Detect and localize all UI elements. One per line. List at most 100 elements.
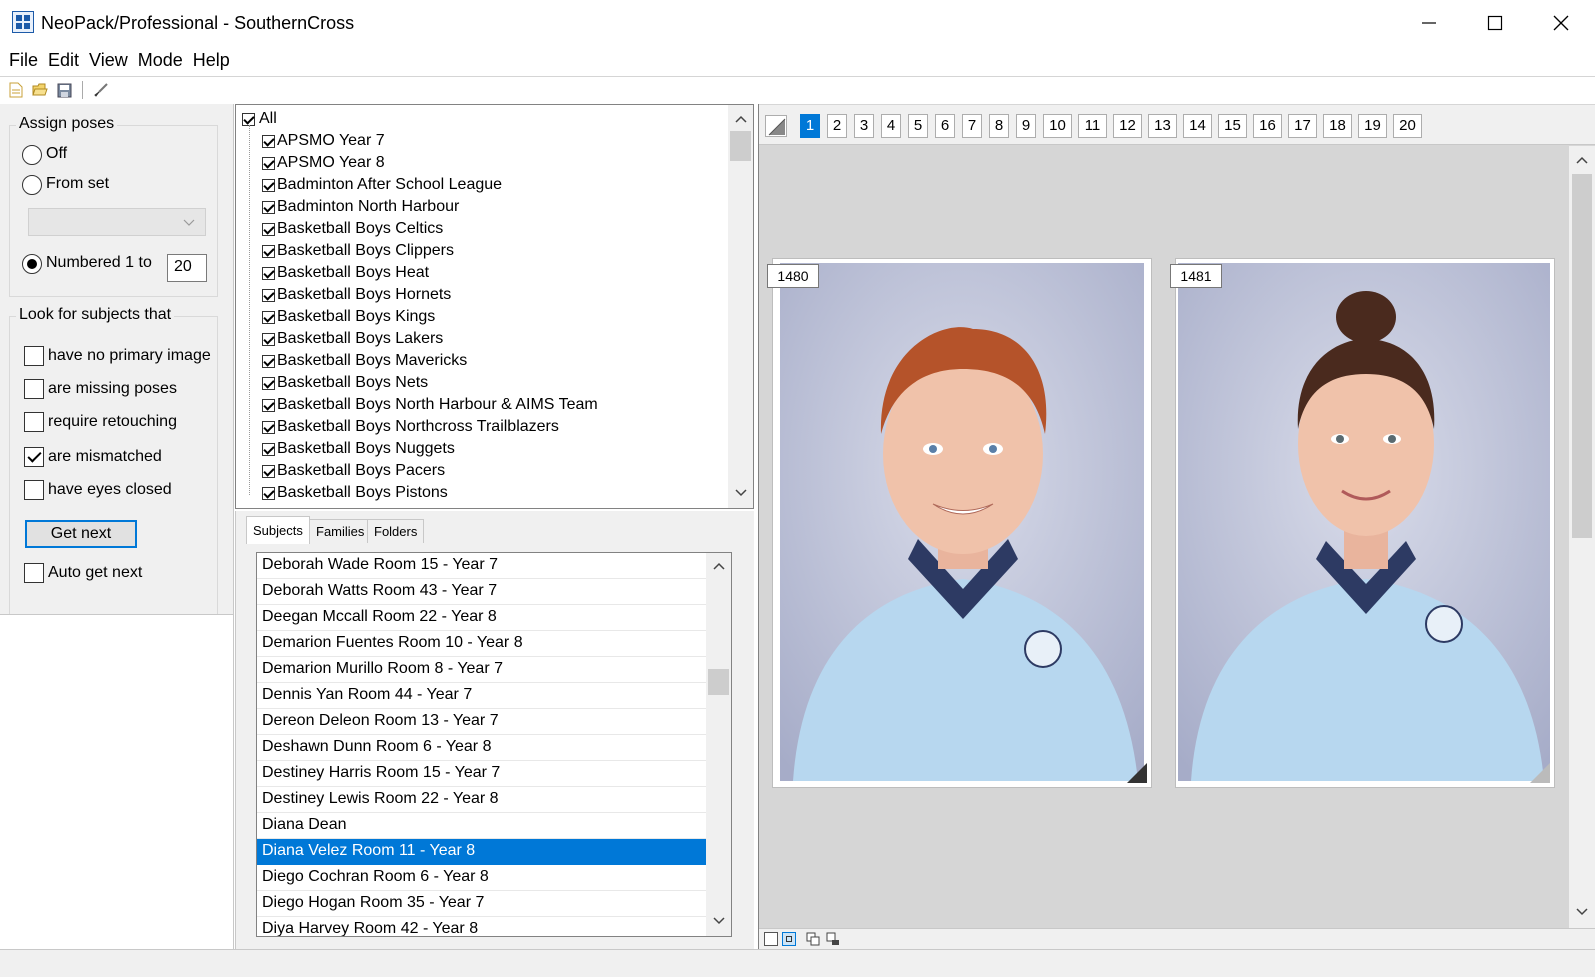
scroll-down-button[interactable] (728, 483, 753, 503)
tree-scrollbar[interactable] (728, 105, 753, 508)
page-11-button[interactable]: 11 (1078, 114, 1107, 138)
viewer-scroll-thumb[interactable] (1572, 174, 1592, 538)
menu-view[interactable]: View (88, 50, 137, 71)
page-2-button[interactable]: 2 (827, 114, 847, 138)
page-13-button[interactable]: 13 (1148, 114, 1177, 138)
page-20-button[interactable]: 20 (1393, 114, 1422, 138)
list-item[interactable]: Deshawn Dunn Room 6 - Year 8 (257, 735, 706, 761)
minimize-button[interactable] (1396, 0, 1462, 46)
look-for-legend: Look for subjects that (16, 306, 175, 324)
page-8-button[interactable]: 8 (989, 114, 1009, 138)
scroll-up-button[interactable] (1569, 150, 1595, 170)
numbered-count-field[interactable]: 20 (167, 254, 207, 282)
page-5-button[interactable]: 5 (908, 114, 928, 138)
menu-help[interactable]: Help (192, 50, 239, 71)
menu-edit[interactable]: Edit (47, 50, 88, 71)
tree-checkbox[interactable] (262, 223, 275, 236)
tree-checkbox[interactable] (262, 443, 275, 456)
tree-checkbox[interactable] (262, 465, 275, 478)
menu-file[interactable]: File (8, 50, 47, 71)
tree-scroll-thumb[interactable] (730, 131, 751, 161)
page-6-button[interactable]: 6 (935, 114, 955, 138)
tree-checkbox[interactable] (262, 355, 275, 368)
page-19-button[interactable]: 19 (1358, 114, 1387, 138)
menu-mode[interactable]: Mode (137, 50, 192, 71)
pose-set-dropdown[interactable] (28, 208, 206, 236)
list-item[interactable]: Demarion Murillo Room 8 - Year 7 (257, 657, 706, 683)
open-folder-button[interactable] (30, 80, 50, 100)
scroll-down-button[interactable] (1569, 902, 1595, 922)
pose-numbered-radio[interactable] (22, 254, 42, 274)
tree-checkbox[interactable] (262, 333, 275, 346)
tree-checkbox[interactable] (262, 245, 275, 258)
lock-view-button[interactable] (826, 932, 840, 946)
list-item[interactable]: Deegan Mccall Room 22 - Year 8 (257, 605, 706, 631)
list-item[interactable]: Dennis Yan Room 44 - Year 7 (257, 683, 706, 709)
tree-checkbox[interactable] (262, 135, 275, 148)
tree-checkbox[interactable] (262, 157, 275, 170)
page-7-button[interactable]: 7 (962, 114, 982, 138)
copy-view-button[interactable] (806, 932, 820, 946)
scroll-down-button[interactable] (706, 911, 731, 931)
photo-frame[interactable] (1175, 258, 1555, 788)
subject-scroll-thumb[interactable] (708, 669, 729, 695)
list-item[interactable]: Diya Harvey Room 42 - Year 8 (257, 917, 706, 936)
scroll-up-button[interactable] (706, 556, 731, 576)
tab-folders[interactable]: Folders (367, 519, 425, 543)
list-item[interactable]: Diego Hogan Room 35 - Year 7 (257, 891, 706, 917)
tab-families[interactable]: Families (309, 519, 372, 543)
list-item[interactable]: Diana Dean (257, 813, 706, 839)
new-file-button[interactable] (6, 80, 26, 100)
require-retouching-checkbox[interactable] (24, 412, 44, 432)
brush-button[interactable] (91, 80, 111, 100)
maximize-button[interactable] (1462, 0, 1528, 46)
tree-checkbox[interactable] (262, 179, 275, 192)
save-button[interactable] (54, 80, 74, 100)
page-16-button[interactable]: 16 (1253, 114, 1282, 138)
list-item[interactable]: Destiney Lewis Room 22 - Year 8 (257, 787, 706, 813)
tree-checkbox[interactable] (262, 201, 275, 214)
tab-subjects[interactable]: Subjects (246, 516, 310, 544)
page-18-button[interactable]: 18 (1323, 114, 1352, 138)
tree-checkbox[interactable] (262, 377, 275, 390)
list-item[interactable]: Diego Cochran Room 6 - Year 8 (257, 865, 706, 891)
tree-checkbox[interactable] (262, 399, 275, 412)
pose-from-set-radio[interactable] (22, 175, 42, 195)
mismatched-checkbox[interactable] (24, 447, 44, 467)
tree-checkbox[interactable] (262, 487, 275, 500)
page-toggle-button[interactable] (765, 115, 787, 137)
list-item[interactable]: Demarion Fuentes Room 10 - Year 8 (257, 631, 706, 657)
list-item[interactable]: Deborah Wade Room 15 - Year 7 (257, 553, 706, 579)
pose-off-radio[interactable] (22, 145, 42, 165)
page-4-button[interactable]: 4 (881, 114, 901, 138)
grid-view-button[interactable] (782, 932, 796, 946)
close-button[interactable] (1528, 0, 1594, 46)
page-1-button[interactable]: 1 (800, 114, 820, 138)
viewer-scrollbar[interactable] (1569, 146, 1595, 928)
tree-checkbox[interactable] (262, 289, 275, 302)
page-17-button[interactable]: 17 (1288, 114, 1317, 138)
page-15-button[interactable]: 15 (1218, 114, 1247, 138)
auto-get-next-checkbox[interactable] (24, 563, 44, 583)
page-10-button[interactable]: 10 (1043, 114, 1072, 138)
subject-scrollbar[interactable] (706, 553, 731, 936)
get-next-button[interactable]: Get next (25, 520, 137, 548)
list-item[interactable]: Dereon Deleon Room 13 - Year 7 (257, 709, 706, 735)
page-14-button[interactable]: 14 (1183, 114, 1212, 138)
status-bar (0, 949, 1595, 977)
page-3-button[interactable]: 3 (854, 114, 874, 138)
missing-poses-checkbox[interactable] (24, 379, 44, 399)
scroll-up-button[interactable] (728, 109, 753, 129)
list-item[interactable]: Destiney Harris Room 15 - Year 7 (257, 761, 706, 787)
list-item-selected[interactable]: Diana Velez Room 11 - Year 8 (257, 839, 706, 865)
tree-checkbox[interactable] (262, 421, 275, 434)
page-12-button[interactable]: 12 (1113, 114, 1142, 138)
eyes-closed-checkbox[interactable] (24, 480, 44, 500)
photo-frame[interactable] (772, 258, 1152, 788)
page-9-button[interactable]: 9 (1016, 114, 1036, 138)
tree-checkbox[interactable] (262, 267, 275, 280)
single-view-button[interactable] (764, 932, 778, 946)
no-primary-image-checkbox[interactable] (24, 346, 44, 366)
tree-checkbox[interactable] (262, 311, 275, 324)
list-item[interactable]: Deborah Watts Room 43 - Year 7 (257, 579, 706, 605)
